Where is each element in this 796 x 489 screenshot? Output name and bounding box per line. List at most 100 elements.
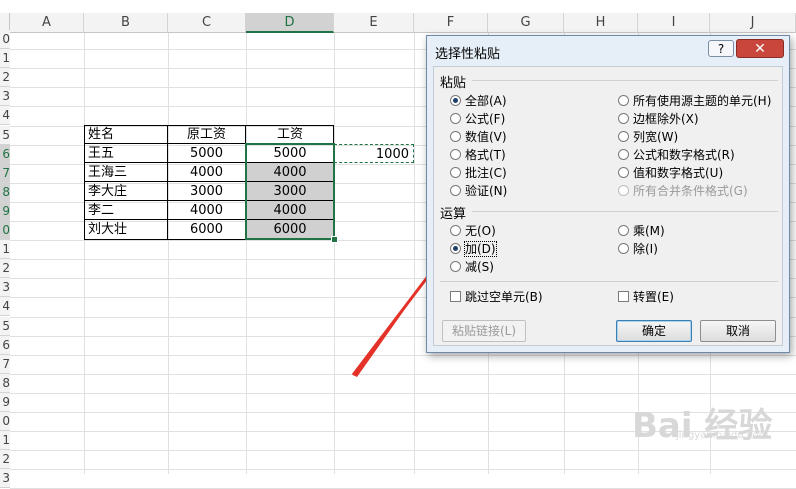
radio-icon — [618, 225, 629, 236]
row-header[interactable]: 4 — [0, 297, 10, 317]
table-header-original-salary[interactable]: 原工资 — [168, 125, 246, 144]
radio-icon — [618, 167, 629, 178]
row-header[interactable]: 3 — [0, 87, 10, 107]
skip-blanks-checkbox[interactable]: 跳过空单元(B) — [450, 289, 543, 305]
paste-formats-radio[interactable]: 格式(T) — [450, 147, 506, 163]
row-header[interactable]: 8 — [0, 373, 10, 393]
option-label: 所有合并条件格式(G) — [633, 184, 748, 198]
paste-group-label: 粘贴 — [440, 76, 467, 91]
radio-icon — [450, 113, 461, 124]
column-header-f[interactable]: F — [414, 13, 488, 33]
radio-selected-icon — [450, 243, 461, 254]
operation-group-label: 运算 — [440, 207, 467, 222]
table-cell-original[interactable]: 4000 — [168, 201, 246, 220]
help-button[interactable]: ? — [708, 40, 734, 57]
operation-add-radio[interactable]: 加(D) — [450, 241, 497, 257]
row-header[interactable]: 9 — [0, 201, 10, 221]
table-header-name[interactable]: 姓名 — [84, 125, 168, 144]
paste-special-dialog[interactable]: 选择性粘贴 ? ✕ 粘贴 全部(A) 公式(F) 数值(V) 格式(T) 批注(… — [426, 35, 790, 353]
paste-all-radio[interactable]: 全部(A) — [450, 93, 507, 109]
column-header-h[interactable]: H — [564, 13, 638, 33]
copied-cell[interactable]: 1000 — [334, 144, 414, 163]
operation-group-separator — [472, 211, 778, 212]
grid-line — [84, 33, 85, 474]
paste-values-number-format-radio[interactable]: 值和数字格式(U) — [618, 165, 723, 181]
operation-subtract-radio[interactable]: 减(S) — [450, 259, 494, 275]
paste-no-borders-radio[interactable]: 边框除外(X) — [618, 111, 699, 127]
paste-formula-radio[interactable]: 公式(F) — [450, 111, 505, 127]
row-header[interactable]: 2 — [0, 68, 10, 88]
table-cell-original[interactable]: 6000 — [168, 220, 246, 239]
option-label: 转置(E) — [633, 290, 674, 304]
table-cell-name[interactable]: 李大庄 — [84, 182, 168, 201]
row-header[interactable]: 0 — [0, 30, 10, 49]
dialog-title: 选择性粘贴 — [435, 47, 501, 62]
option-label: 所有使用源主题的单元(H) — [633, 94, 772, 108]
row-header[interactable]: 3 — [0, 278, 10, 298]
close-button[interactable]: ✕ — [736, 39, 784, 58]
row-header[interactable]: 7 — [0, 163, 10, 183]
paste-validation-radio[interactable]: 验证(N) — [450, 183, 507, 199]
row-header[interactable]: 1 — [0, 240, 10, 260]
row-header[interactable]: 5 — [0, 125, 10, 145]
radio-icon — [618, 131, 629, 142]
table-header-salary[interactable]: 工资 — [246, 125, 334, 144]
column-header-j[interactable]: J — [710, 13, 796, 33]
row-header[interactable]: 5 — [0, 316, 10, 336]
row-header[interactable]: 4 — [0, 106, 10, 126]
ok-button[interactable]: 确定 — [616, 320, 692, 342]
row-header[interactable]: 7 — [0, 354, 10, 374]
paste-formula-number-format-radio[interactable]: 公式和数字格式(R) — [618, 147, 735, 163]
checkbox-icon — [618, 291, 629, 302]
paste-merge-conditional-formats-radio: 所有合并条件格式(G) — [618, 183, 748, 199]
radio-icon — [618, 113, 629, 124]
radio-icon — [450, 149, 461, 160]
paste-column-widths-radio[interactable]: 列宽(W) — [618, 129, 678, 145]
row-header[interactable]: 3 — [0, 469, 10, 489]
row-header[interactable]: 6 — [0, 144, 10, 164]
row-header[interactable]: 2 — [0, 450, 10, 470]
watermark-url: jingyan.baidu.com — [676, 430, 769, 441]
option-label: 加(D) — [464, 241, 497, 257]
table-cell-name[interactable]: 李二 — [84, 201, 168, 220]
dialog-body: 粘贴 全部(A) 公式(F) 数值(V) 格式(T) 批注(C) 验证(N) 所… — [433, 66, 783, 346]
row-header[interactable]: 9 — [0, 392, 10, 412]
table-cell-name[interactable]: 刘大壮 — [84, 220, 168, 239]
paste-source-theme-radio[interactable]: 所有使用源主题的单元(H) — [618, 93, 771, 109]
grid-line — [10, 354, 796, 356]
row-header[interactable]: 2 — [0, 259, 10, 279]
table-cell-name[interactable]: 王五 — [84, 144, 168, 163]
operation-divide-radio[interactable]: 除(I) — [618, 241, 658, 257]
row-header[interactable]: 1 — [0, 49, 10, 69]
transpose-checkbox[interactable]: 转置(E) — [618, 289, 674, 305]
column-header-g[interactable]: G — [488, 13, 564, 33]
option-label: 数值(V) — [465, 130, 507, 144]
column-header-a[interactable]: A — [10, 13, 84, 33]
column-header-i[interactable]: I — [638, 13, 710, 33]
cancel-button[interactable]: 取消 — [700, 320, 776, 342]
radio-disabled-icon — [618, 185, 629, 196]
radio-selected-icon — [450, 95, 461, 106]
operation-multiply-radio[interactable]: 乘(M) — [618, 223, 665, 239]
column-header-d[interactable]: D — [246, 13, 334, 33]
grid-line — [246, 33, 247, 474]
row-header[interactable]: 0 — [0, 412, 10, 431]
paste-values-radio[interactable]: 数值(V) — [450, 129, 507, 145]
option-label: 列宽(W) — [633, 130, 679, 144]
row-header[interactable]: 1 — [0, 431, 10, 451]
operation-none-radio[interactable]: 无(O) — [450, 223, 496, 239]
paste-comments-radio[interactable]: 批注(C) — [450, 165, 507, 181]
table-cell-original[interactable]: 4000 — [168, 163, 246, 182]
column-header-c[interactable]: C — [168, 13, 246, 33]
column-header-b[interactable]: B — [84, 13, 168, 33]
table-cell-original[interactable]: 5000 — [168, 144, 246, 163]
row-header[interactable]: 0 — [0, 221, 10, 240]
table-cell-original[interactable]: 3000 — [168, 182, 246, 201]
column-header-e[interactable]: E — [334, 13, 414, 33]
fill-handle[interactable] — [331, 236, 338, 243]
radio-icon — [618, 149, 629, 160]
formula-bar-strip — [0, 0, 796, 14]
table-cell-name[interactable]: 王海三 — [84, 163, 168, 182]
row-header[interactable]: 8 — [0, 182, 10, 202]
row-header[interactable]: 6 — [0, 335, 10, 355]
